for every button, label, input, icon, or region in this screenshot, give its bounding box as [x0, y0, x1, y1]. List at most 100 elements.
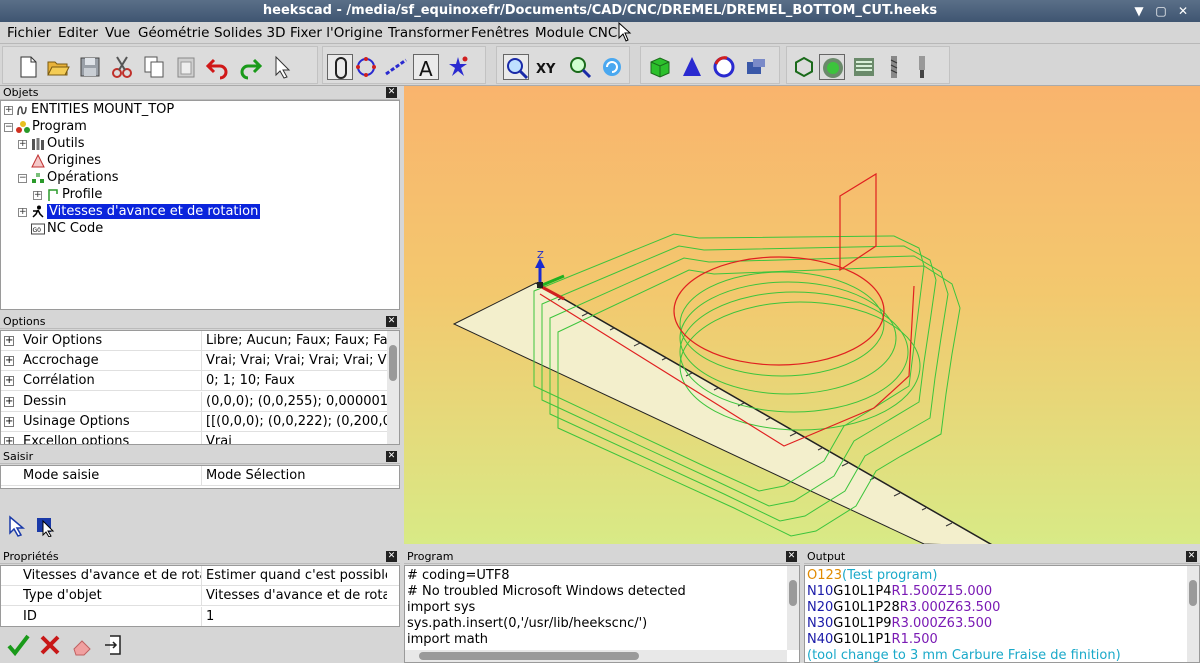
- lines-tool-button[interactable]: [327, 54, 353, 80]
- cancel-cross-icon[interactable]: [38, 633, 62, 657]
- zoom-window-button[interactable]: [503, 54, 529, 80]
- program-hscrollbar[interactable]: [405, 650, 787, 662]
- tree-item-origins[interactable]: Origines: [1, 153, 399, 170]
- zoom-fit-button[interactable]: [567, 54, 593, 80]
- select-pointer-button[interactable]: [269, 54, 295, 80]
- eraser-icon[interactable]: [70, 633, 94, 657]
- refresh-view-button[interactable]: [599, 54, 625, 80]
- output-line: N20G10L1P28R3.000Z63.500: [807, 600, 1000, 615]
- copy-button[interactable]: [141, 54, 167, 80]
- expand-toggle[interactable]: +: [4, 437, 14, 444]
- cut-button[interactable]: [109, 54, 135, 80]
- menu-solides-3d[interactable]: Solides 3D: [214, 25, 286, 41]
- close-button[interactable]: ✕: [1174, 2, 1192, 20]
- output-panel-title: Output: [807, 550, 846, 563]
- close-objects-panel-button[interactable]: ✕: [386, 87, 397, 98]
- tree-item-nc-code[interactable]: G0 NC Code: [1, 221, 399, 238]
- options-row-view[interactable]: + Voir Options Libre; Aucun; Faux; Faux; F…: [1, 331, 387, 351]
- property-row-type[interactable]: Type d'objet Vitesses d'avance et de rota…: [1, 586, 399, 606]
- text-tool-button[interactable]: A: [413, 54, 439, 81]
- tree-item-label: Outils: [47, 136, 85, 151]
- paste-button[interactable]: [173, 54, 199, 80]
- close-properties-panel-button[interactable]: ✕: [386, 551, 397, 562]
- output-vscrollbar[interactable]: [1187, 566, 1199, 662]
- input-toolbar: [0, 510, 400, 542]
- menu-fichier[interactable]: Fichier: [7, 25, 51, 41]
- options-row-drawing[interactable]: + Dessin (0,0,0); (0,0,255); 0,000001; 0: [1, 392, 387, 412]
- collapse-toggle[interactable]: −: [18, 174, 27, 183]
- circle-tool-button[interactable]: [353, 54, 379, 80]
- tree-item-operations[interactable]: − Opérations: [1, 170, 399, 187]
- program-editor[interactable]: # coding=UTF8 # No troubled Microsoft Wi…: [404, 565, 800, 663]
- options-row-excellon[interactable]: + Excellon options Vrai: [1, 432, 387, 444]
- menu-fixer-origine[interactable]: Fixer l'Origine: [290, 25, 383, 41]
- window-select-button[interactable]: [35, 515, 57, 538]
- export-icon[interactable]: [102, 633, 126, 657]
- tree-item-profile[interactable]: + Profile: [1, 187, 399, 204]
- tree-item-tools[interactable]: + Outils: [1, 136, 399, 153]
- expand-toggle[interactable]: +: [4, 336, 14, 346]
- input-value: Mode Sélection: [206, 468, 306, 483]
- close-options-panel-button[interactable]: ✕: [386, 316, 397, 327]
- tree-item-label: Profile: [62, 187, 103, 202]
- expand-toggle[interactable]: +: [4, 397, 14, 407]
- options-row-snap[interactable]: + Accrochage Vrai; Vrai; Vrai; Vrai; Vrai;…: [1, 351, 387, 371]
- output-console[interactable]: O123(Test program) N10G10L1P4R1.500Z15.00…: [804, 565, 1200, 663]
- zig-zag-tool-button[interactable]: [851, 54, 877, 80]
- maximize-button[interactable]: ▢: [1152, 2, 1170, 20]
- objects-panel-title: Objets: [3, 86, 39, 99]
- redo-button[interactable]: [237, 54, 263, 80]
- cube-tool-button[interactable]: [647, 54, 673, 80]
- point-tool-button[interactable]: [445, 54, 471, 80]
- close-output-panel-button[interactable]: ✕: [1186, 551, 1197, 562]
- new-file-button[interactable]: [15, 54, 41, 80]
- menu-fenetres[interactable]: Fenêtres: [471, 25, 529, 41]
- menu-geometrie[interactable]: Géométrie: [138, 25, 209, 41]
- cone-tool-button[interactable]: [679, 54, 705, 80]
- line-tool-button[interactable]: [383, 54, 409, 80]
- property-row-id[interactable]: ID 1: [1, 607, 399, 626]
- tool-endmill-button[interactable]: [909, 54, 935, 80]
- tree-item-label: Origines: [47, 153, 102, 168]
- menu-transformer[interactable]: Transformer: [388, 25, 469, 41]
- collapse-toggle[interactable]: −: [4, 123, 13, 132]
- undo-button[interactable]: [205, 54, 231, 80]
- expand-toggle[interactable]: +: [18, 140, 27, 149]
- apply-check-icon[interactable]: [6, 633, 30, 657]
- minimize-button[interactable]: ▼: [1130, 2, 1148, 20]
- output-token: N10: [807, 584, 834, 599]
- menu-module-cnc[interactable]: Module CNC: [535, 25, 617, 41]
- options-grid: + Voir Options Libre; Aucun; Faux; Faux; F…: [0, 330, 400, 445]
- select-mode-button[interactable]: [6, 515, 28, 537]
- tree-item-speeds[interactable]: + Vitesses d'avance et de rotation: [1, 204, 399, 221]
- output-token: O123: [807, 568, 843, 583]
- tree-item-entities[interactable]: + ENTITIES MOUNT_TOP: [1, 102, 399, 119]
- pocket-tool-button[interactable]: [791, 54, 817, 80]
- tree-item-program[interactable]: − Program: [1, 119, 399, 136]
- menu-vue[interactable]: Vue: [105, 25, 130, 41]
- options-scrollbar[interactable]: [387, 331, 399, 444]
- graphics-viewport[interactable]: Z: [404, 86, 1200, 544]
- open-file-button[interactable]: [45, 54, 71, 80]
- close-program-panel-button[interactable]: ✕: [786, 551, 797, 562]
- sphere-tool-button[interactable]: [711, 54, 737, 80]
- menu-editer[interactable]: Editer: [58, 25, 98, 41]
- close-input-panel-button[interactable]: ✕: [386, 451, 397, 462]
- expand-toggle[interactable]: +: [18, 208, 27, 217]
- profile-tool-button[interactable]: [819, 54, 845, 80]
- expand-toggle[interactable]: +: [33, 191, 42, 200]
- expand-toggle[interactable]: +: [4, 376, 14, 386]
- options-row-machining[interactable]: + Usinage Options [[(0,0,0); (0,0,222); (0…: [1, 412, 387, 432]
- property-row-speeds[interactable]: Vitesses d'avance et de rotat Estimer qua…: [1, 566, 399, 586]
- expand-toggle[interactable]: +: [4, 356, 14, 366]
- extrude-tool-button[interactable]: [743, 54, 769, 80]
- options-row-correlation[interactable]: + Corrélation 0; 1; 10; Faux: [1, 371, 387, 391]
- program-vscrollbar[interactable]: [787, 566, 799, 650]
- input-mode-row[interactable]: Mode saisie Mode Sélection: [1, 466, 399, 486]
- expand-toggle[interactable]: +: [4, 417, 14, 427]
- save-file-button[interactable]: [77, 54, 103, 80]
- expand-toggle[interactable]: +: [4, 106, 13, 115]
- drill-tool-button[interactable]: [881, 54, 907, 80]
- view-xy-button[interactable]: XY: [535, 54, 561, 80]
- option-key: Corrélation: [23, 373, 95, 388]
